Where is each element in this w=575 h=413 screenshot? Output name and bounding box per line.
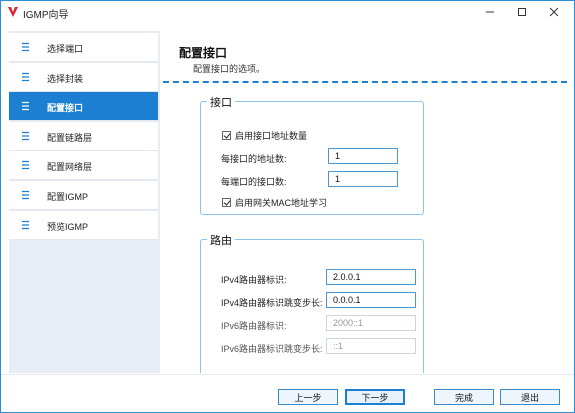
enable-addr-count-checkbox[interactable] [222, 131, 231, 140]
sidebar-item-label: 预览IGMP [47, 222, 89, 232]
sidebar-item-configure-link-layer[interactable]: 配置链路层 [9, 122, 158, 151]
sidebar-item-label: 配置网络层 [47, 162, 93, 172]
ipv6-router-id-step-label: IPv6路由器标识跳变步长: [221, 344, 323, 354]
enable-gateway-mac-label: 启用网关MAC地址学习 [235, 198, 327, 208]
sidebar-item-label: 配置接口 [47, 103, 84, 113]
maximize-icon [518, 8, 526, 16]
list-icon [22, 160, 29, 170]
header-divider [163, 81, 567, 83]
sidebar-item-label: 选择端口 [47, 44, 84, 54]
enable-addr-count-label: 启用接口地址数量 [235, 131, 308, 141]
sidebar-item-configure-interface[interactable]: 配置接口 [9, 92, 158, 121]
ipv4-router-id-step-field[interactable] [326, 292, 416, 308]
list-icon [22, 220, 29, 230]
app-logo-icon [8, 7, 18, 17]
sidebar-item-configure-igmp[interactable]: 配置IGMP [9, 181, 158, 210]
footer-divider [1, 374, 574, 375]
next-button[interactable]: 下一步 [345, 389, 405, 405]
ipv4-router-id-step-label: IPv4路由器标识跳变步长: [221, 298, 323, 308]
interfaces-per-port-field[interactable] [328, 171, 398, 187]
interface-group: 接口 启用接口地址数量 每接口的地址数: 每端口的接口数: 启用网关MAC地址学… [200, 94, 424, 215]
sidebar-item-select-port[interactable]: 选择端口 [9, 33, 158, 62]
minimize-icon [486, 11, 494, 13]
sidebar-item-select-encapsulation[interactable]: 选择封装 [9, 63, 158, 92]
addr-per-interface-label: 每接口的地址数: [221, 154, 287, 164]
list-icon [22, 131, 29, 141]
list-icon [22, 190, 29, 200]
routing-group: 路由 IPv4路由器标识: IPv4路由器标识跳变步长: IPv6路由器标识: … [200, 232, 424, 373]
page-title: 配置接口 [179, 46, 228, 60]
addr-per-interface-field[interactable] [328, 148, 398, 164]
interface-group-title: 接口 [207, 94, 235, 110]
enable-gateway-mac-row[interactable]: 启用网关MAC地址学习 [222, 196, 327, 209]
sidebar-item-label: 配置链路层 [47, 133, 93, 143]
page-subtitle: 配置接口的选项。 [193, 64, 266, 74]
sidebar-item-label: 选择封装 [47, 74, 84, 84]
enable-gateway-mac-checkbox[interactable] [222, 198, 231, 207]
list-icon [22, 72, 29, 82]
ipv6-router-id-step-field[interactable] [326, 338, 416, 354]
ipv4-router-id-field[interactable] [326, 269, 416, 285]
list-icon [22, 42, 29, 52]
finish-button[interactable]: 完成 [434, 389, 494, 405]
sidebar-item-label: 配置IGMP [47, 192, 89, 202]
list-icon [22, 101, 29, 111]
close-button[interactable] [539, 1, 569, 23]
sidebar-item-preview-igmp[interactable]: 预览IGMP [9, 211, 158, 240]
prev-button[interactable]: 上一步 [278, 389, 338, 405]
routing-group-title: 路由 [207, 232, 235, 248]
maximize-button[interactable] [507, 1, 537, 23]
enable-addr-count-row[interactable]: 启用接口地址数量 [222, 129, 307, 142]
interfaces-per-port-label: 每端口的接口数: [221, 177, 287, 187]
wizard-window: IGMP向导 选择端口 选择封装 配置接口 配置链路层 配置网络层 配置IGMP… [0, 0, 575, 413]
minimize-button[interactable] [475, 1, 505, 23]
title-bar: IGMP向导 [1, 1, 574, 23]
exit-button[interactable]: 退出 [500, 389, 560, 405]
window-title: IGMP向导 [23, 10, 69, 21]
wizard-step-sidebar: 选择端口 选择封装 配置接口 配置链路层 配置网络层 配置IGMP 预览IGMP [9, 31, 160, 373]
ipv6-router-id-label: IPv6路由器标识: [221, 321, 287, 331]
ipv6-router-id-field[interactable] [326, 315, 416, 331]
close-icon [549, 7, 559, 17]
sidebar-item-configure-network-layer[interactable]: 配置网络层 [9, 151, 158, 180]
ipv4-router-id-label: IPv4路由器标识: [221, 275, 287, 285]
